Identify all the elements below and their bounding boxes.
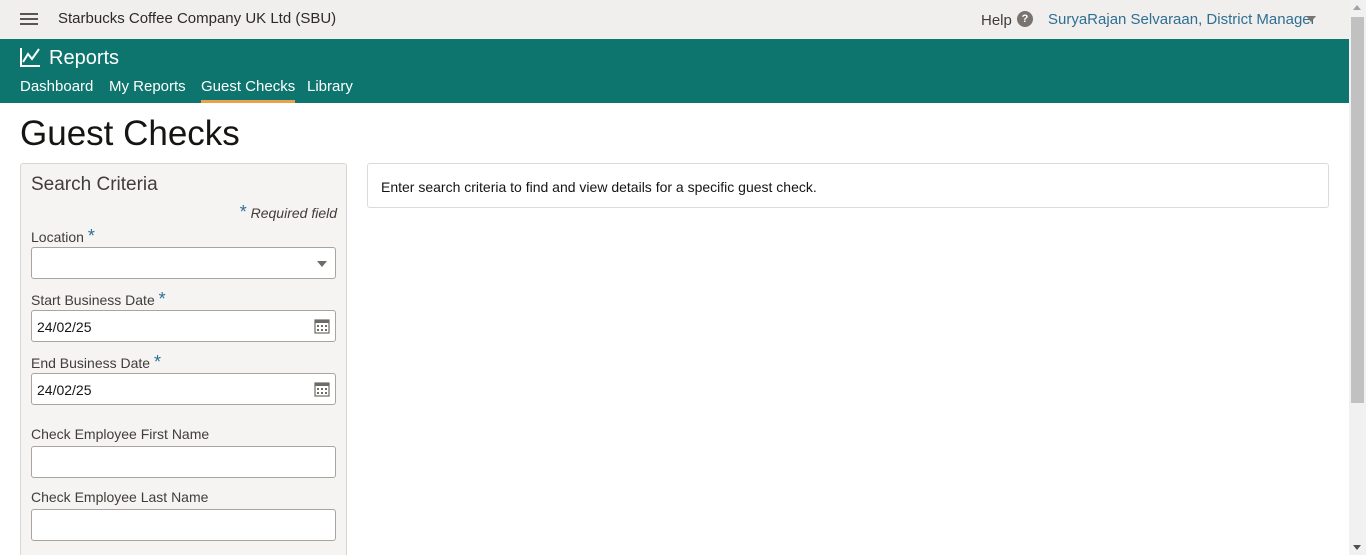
top-bar: Starbucks Coffee Company UK Ltd (SBU) He… xyxy=(0,0,1349,39)
user-menu-chevron-down-icon[interactable] xyxy=(1306,16,1316,22)
scrollbar-thumb[interactable] xyxy=(1351,17,1364,403)
end-date-label: End Business Date * xyxy=(31,352,161,372)
employee-first-name-input[interactable] xyxy=(31,446,336,478)
page-scrollbar[interactable] xyxy=(1349,0,1366,555)
calendar-icon[interactable] xyxy=(314,381,330,397)
tab-dashboard[interactable]: Dashboard xyxy=(20,78,93,103)
app-header: Reports Dashboard My Reports Guest Check… xyxy=(0,39,1349,103)
help-link[interactable]: Help xyxy=(981,12,1012,29)
help-icon[interactable]: ? xyxy=(1017,11,1033,27)
employee-last-name-label: Check Employee Last Name xyxy=(31,489,209,505)
info-message: Enter search criteria to find and view d… xyxy=(381,179,817,195)
hamburger-menu-icon[interactable] xyxy=(20,13,38,26)
location-label: Location * xyxy=(31,226,95,246)
location-select[interactable] xyxy=(31,247,336,279)
app-title: Reports xyxy=(49,47,120,69)
tab-my-reports[interactable]: My Reports xyxy=(109,78,186,103)
required-field-note: * Required field xyxy=(239,202,337,222)
employee-last-name-input[interactable] xyxy=(31,509,336,541)
page-title: Guest Checks xyxy=(20,114,240,153)
panel-title: Search Criteria xyxy=(31,174,158,195)
end-date-input[interactable]: 24/02/25 xyxy=(31,373,336,405)
tab-library[interactable]: Library xyxy=(307,78,353,103)
user-menu[interactable]: SuryaRajan Selvaraan, District Manager xyxy=(1048,11,1316,28)
info-message-box: Enter search criteria to find and view d… xyxy=(367,163,1329,208)
search-criteria-panel: Search Criteria * Required field Locatio… xyxy=(20,163,347,555)
start-date-input[interactable]: 24/02/25 xyxy=(31,310,336,342)
employee-first-name-label: Check Employee First Name xyxy=(31,426,210,442)
chevron-down-icon[interactable] xyxy=(317,261,327,267)
tab-guest-checks[interactable]: Guest Checks xyxy=(201,78,296,103)
scroll-down-icon[interactable] xyxy=(1353,545,1361,550)
start-date-label: Start Business Date * xyxy=(31,289,166,309)
company-name: Starbucks Coffee Company UK Ltd (SBU) xyxy=(58,10,337,27)
chart-line-icon xyxy=(20,48,40,67)
calendar-icon[interactable] xyxy=(314,318,330,334)
scroll-up-icon[interactable] xyxy=(1353,5,1361,10)
